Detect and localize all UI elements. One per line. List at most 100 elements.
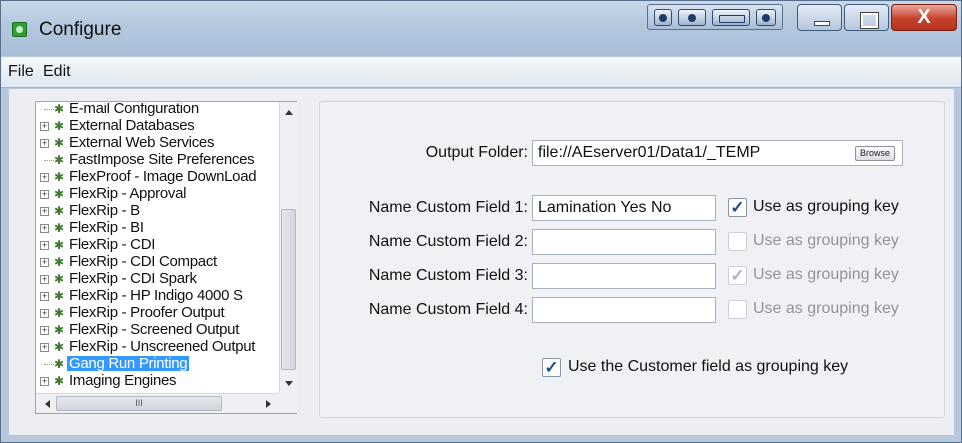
tree-item-label: Gang Run Printing	[67, 355, 190, 372]
scrollbar-corner	[279, 393, 297, 413]
camera-icon[interactable]	[678, 9, 706, 26]
tree-item[interactable]: + ✱ FlexRip - CDI	[36, 236, 278, 253]
minimize-button[interactable]	[797, 4, 842, 31]
menu-edit[interactable]: Edit	[43, 63, 71, 81]
scroll-thumb[interactable]	[281, 209, 296, 370]
record-icon[interactable]	[756, 9, 776, 26]
grouping-key-checkbox[interactable]	[728, 232, 747, 251]
grouping-key-label: Use as grouping key	[753, 232, 899, 249]
custom-field-label: Name Custom Field 3:	[368, 267, 528, 284]
tree-vertical-scrollbar[interactable]	[279, 102, 297, 393]
menu-bar: File Edit	[1, 57, 961, 88]
gear-icon: ✱	[54, 136, 65, 150]
maximize-button[interactable]	[844, 4, 889, 31]
expand-icon[interactable]: +	[40, 139, 49, 148]
tree-item[interactable]: + ✱ FlexRip - BI	[36, 219, 278, 236]
expand-icon[interactable]: +	[40, 190, 49, 199]
browse-button[interactable]: Browse	[854, 146, 895, 161]
tree-item-label: External Databases	[69, 117, 195, 134]
tree-item[interactable]: + ✱ FlexRip - HP Indigo 4000 S	[36, 288, 278, 304]
scroll-right-icon[interactable]	[266, 400, 271, 408]
gear-icon: ✱	[54, 374, 65, 388]
tree-item[interactable]: + ✱ FlexRip - Proofer Output	[36, 304, 278, 321]
title-bar[interactable]: Configure X	[1, 1, 961, 56]
custom-field-label: Name Custom Field 2:	[368, 233, 528, 250]
tree-item[interactable]: + ✱ External Web Services	[36, 134, 278, 151]
tree-item[interactable]: + ✱ Imaging Engines	[36, 373, 278, 389]
close-button[interactable]: X	[891, 4, 957, 31]
grouping-key-checkbox[interactable]: ✓	[728, 198, 747, 217]
expand-icon[interactable]: +	[40, 224, 49, 233]
expand-icon[interactable]: +	[40, 377, 49, 386]
config-tree: ✱ E-mail Configuration + ✱ External Database…	[35, 101, 297, 414]
tree-item-label: External Web Services	[69, 134, 215, 151]
tree-item[interactable]: + ✱ FlexRip - Screened Output	[36, 321, 278, 338]
grouping-key-checkbox[interactable]	[728, 300, 747, 319]
title-toolbar	[647, 4, 783, 30]
gear-icon: ✱	[54, 153, 65, 167]
gear-icon: ✱	[54, 221, 65, 235]
tree-horizontal-scrollbar[interactable]: III	[36, 393, 279, 413]
gear-icon: ✱	[54, 255, 65, 269]
client-area: ✱ E-mail Configuration + ✱ External Database…	[9, 89, 954, 435]
grouping-key-label: Use as grouping key	[753, 300, 899, 317]
menu-file[interactable]: File	[8, 63, 34, 81]
grouping-key-label: Use as grouping key	[753, 266, 899, 283]
output-folder-label: Output Folder:	[425, 144, 528, 161]
custom-field-input[interactable]	[532, 229, 716, 255]
tree-item[interactable]: + ✱ External Databases	[36, 117, 278, 134]
record-icon[interactable]	[654, 9, 672, 26]
expand-icon[interactable]: +	[40, 173, 49, 182]
tree-item-label: FlexRip - Unscreened Output	[69, 338, 256, 355]
expand-icon[interactable]: +	[40, 309, 49, 318]
tree-item[interactable]: ✱ FastImpose Site Preferences	[36, 151, 278, 168]
tree-item-label: FlexRip - Screened Output	[69, 321, 240, 338]
tree-item[interactable]: + ✱ FlexRip - CDI Spark	[36, 270, 278, 287]
scroll-left-icon[interactable]	[45, 400, 50, 408]
scroll-up-icon[interactable]	[285, 110, 293, 115]
tree-item[interactable]: + ✱ FlexProof - Image DownLoad	[36, 169, 278, 185]
app-icon	[12, 22, 27, 37]
screen-icon[interactable]	[712, 9, 750, 26]
tree-item-label: FlexRip - CDI	[69, 236, 156, 253]
tree-item[interactable]: + ✱ FlexRip - Approval	[36, 186, 278, 202]
expand-icon[interactable]: +	[40, 258, 49, 267]
custom-field-label: Name Custom Field 4:	[368, 301, 528, 318]
tree-item-label: FastImpose Site Preferences	[69, 151, 255, 168]
scroll-down-icon[interactable]	[285, 381, 293, 386]
gear-icon: ✱	[54, 272, 65, 286]
tree-item[interactable]: ✱ E-mail Configuration	[36, 103, 278, 117]
tree-item-label: FlexRip - CDI Spark	[69, 270, 197, 287]
expand-icon[interactable]: +	[40, 275, 49, 284]
expand-icon[interactable]: +	[40, 122, 49, 131]
custom-field-input[interactable]	[532, 297, 716, 323]
custom-field-input[interactable]: Lamination Yes No	[532, 195, 716, 221]
expand-icon[interactable]: +	[40, 343, 49, 352]
tree-item-label: FlexRip - B	[69, 202, 140, 219]
gear-icon: ✱	[54, 187, 65, 201]
output-folder-value: file://AEserver01/Data1/_TEMP	[538, 144, 761, 161]
tree-item[interactable]: + ✱ FlexRip - Unscreened Output	[36, 338, 278, 355]
close-icon: X	[917, 6, 931, 28]
expand-icon[interactable]: +	[40, 207, 49, 216]
grouping-key-checkbox[interactable]: ✓	[728, 266, 747, 285]
tree-list: ✱ E-mail Configuration + ✱ External Database…	[36, 103, 278, 393]
settings-panel: Output Folder: file://AEserver01/Data1/_…	[319, 101, 945, 418]
gear-icon: ✱	[54, 289, 65, 303]
expand-icon[interactable]: +	[40, 326, 49, 335]
expand-icon[interactable]: +	[40, 241, 49, 250]
custom-field-input[interactable]	[532, 263, 716, 289]
customer-grouping-checkbox[interactable]: ✓	[542, 358, 561, 377]
gear-icon: ✱	[54, 204, 65, 218]
output-folder-field[interactable]: file://AEserver01/Data1/_TEMP Browse	[532, 140, 903, 166]
tree-item[interactable]: + ✱ FlexRip - CDI Compact	[36, 254, 278, 270]
tree-item-label: FlexRip - BI	[69, 219, 144, 236]
gear-icon: ✱	[54, 323, 65, 337]
tree-item[interactable]: ✱ Gang Run Printing	[36, 355, 278, 372]
tree-item-label: FlexRip - Proofer Output	[69, 304, 225, 321]
hscroll-thumb[interactable]: III	[56, 396, 222, 411]
gear-icon: ✱	[54, 357, 65, 371]
gear-icon: ✱	[54, 103, 65, 116]
expand-icon[interactable]: +	[40, 292, 49, 301]
tree-item[interactable]: + ✱ FlexRip - B	[36, 202, 278, 219]
